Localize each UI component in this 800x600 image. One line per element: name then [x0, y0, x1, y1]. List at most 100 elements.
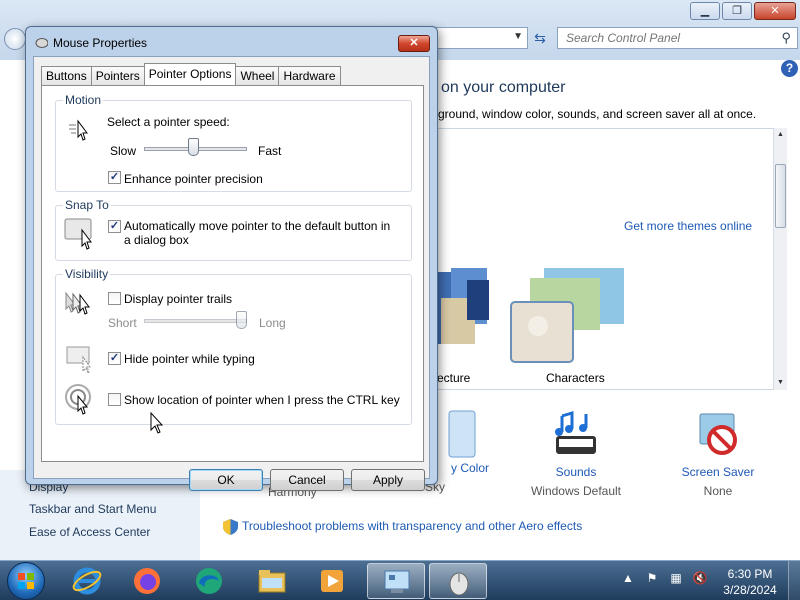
architecture-theme-thumbnail[interactable]	[437, 268, 497, 368]
show-desktop-button[interactable]	[788, 561, 800, 600]
mouse-cursor-icon	[150, 412, 164, 434]
ok-button[interactable]: OK	[189, 469, 263, 491]
sidebar-item-ease-of-access[interactable]: Ease of Access Center	[29, 525, 150, 539]
hide-pointer-checkbox[interactable]: ✓	[108, 352, 121, 365]
scroll-down-icon[interactable]: ▼	[774, 376, 787, 390]
taskbar-edge[interactable]	[180, 563, 238, 599]
snap-to-icon	[64, 218, 92, 250]
clock-time: 6:30 PM	[727, 567, 773, 581]
show-hidden-icons-icon[interactable]: ▲	[620, 571, 636, 585]
dialog-title: Mouse Properties	[34, 36, 147, 50]
page-title: on your computer	[441, 79, 566, 96]
mouse-properties-dialog: Mouse Properties ✕ Buttons Pointers Poin…	[25, 26, 438, 491]
network-icon[interactable]: ▦	[668, 571, 684, 585]
chevron-down-icon[interactable]: ▼	[513, 31, 523, 42]
action-center-flag-icon[interactable]: ⚑	[644, 571, 660, 585]
pointer-trails-checkbox[interactable]	[108, 292, 121, 305]
sounds-icon	[555, 410, 596, 454]
page-description: kground, window color, sounds, and scree…	[432, 107, 757, 121]
snap-to-group: Snap To ✓ Automatically move pointer to …	[55, 198, 412, 261]
screen-saver-link[interactable]: Screen Saver	[658, 465, 778, 479]
control-panel-icon	[384, 570, 410, 593]
mouse-icon	[449, 572, 469, 596]
show-location-icon	[65, 384, 91, 415]
pointer-speed-slider[interactable]	[187, 138, 199, 156]
motion-group: Motion Select a pointer speed: Slow Fast…	[55, 93, 412, 192]
long-label: Long	[259, 316, 286, 330]
visibility-group: Visibility Display pointer trails Short …	[55, 267, 412, 425]
trail-length-slider	[236, 311, 247, 329]
sounds-item[interactable]: Sounds Windows Default	[516, 410, 636, 498]
start-button[interactable]	[7, 562, 45, 600]
snap-to-checkbox[interactable]: ✓	[108, 220, 121, 233]
cancel-button[interactable]: Cancel	[270, 469, 344, 491]
show-location-label[interactable]: Show location of pointer when I press th…	[124, 393, 400, 407]
pointer-trails-label[interactable]: Display pointer trails	[124, 292, 232, 306]
shield-icon	[223, 519, 238, 535]
maximize-button[interactable]: ❐	[722, 2, 752, 20]
dialog-close-button[interactable]: ✕	[398, 35, 430, 52]
sounds-value: Windows Default	[530, 484, 622, 498]
theme-label: ecture	[437, 371, 471, 385]
edge-icon	[196, 568, 222, 594]
tab-wheel[interactable]: Wheel	[235, 66, 280, 85]
tab-buttons[interactable]: Buttons	[41, 66, 92, 85]
show-location-checkbox[interactable]	[108, 393, 121, 406]
search-input[interactable]	[558, 28, 768, 48]
taskbar-firefox[interactable]	[118, 563, 176, 599]
screen-saver-item[interactable]: Screen Saver None	[658, 410, 778, 498]
sidebar-item-taskbar[interactable]: Taskbar and Start Menu	[29, 502, 156, 516]
fast-label: Fast	[258, 144, 282, 158]
taskbar-internet-explorer[interactable]	[58, 563, 116, 599]
taskbar-control-panel[interactable]	[367, 563, 425, 599]
theme-label: Characters	[546, 371, 605, 385]
scroll-up-icon[interactable]: ▲	[774, 128, 787, 142]
apply-button[interactable]: Apply	[351, 469, 425, 491]
taskbar-mouse-properties[interactable]	[429, 563, 487, 599]
refresh-icon[interactable]: ⇆	[530, 28, 550, 48]
media-player-icon	[321, 570, 343, 592]
troubleshoot-link[interactable]: Troubleshoot problems with transparency …	[223, 519, 582, 535]
minimize-button[interactable]: ▁	[690, 2, 720, 20]
get-more-themes-link[interactable]: Get more themes online	[624, 219, 752, 233]
hide-pointer-label[interactable]: Hide pointer while typing	[124, 352, 255, 366]
back-button[interactable]	[4, 28, 26, 50]
firefox-icon	[134, 568, 160, 594]
enhance-precision-checkbox[interactable]: ✓	[108, 171, 121, 184]
windows-logo-icon	[18, 573, 34, 589]
tab-strip: Buttons Pointers Pointer Options Wheel H…	[41, 63, 341, 85]
pointer-trails-icon	[65, 291, 90, 315]
sounds-link[interactable]: Sounds	[516, 465, 636, 479]
tab-pointers[interactable]: Pointers	[90, 66, 145, 85]
hide-pointer-icon	[66, 346, 91, 374]
search-box[interactable]: ⚲	[557, 27, 798, 49]
scroll-thumb[interactable]	[775, 164, 786, 228]
taskbar-media-player[interactable]	[303, 563, 361, 599]
pointer-speed-label: Select a pointer speed:	[107, 115, 230, 129]
troubleshoot-label[interactable]: Troubleshoot problems with transparency …	[242, 519, 582, 533]
taskbar: ▲ ⚑ ▦ 🔇 6:30 PM 3/28/2024	[0, 560, 800, 600]
clock[interactable]: 6:30 PM 3/28/2024	[717, 566, 783, 598]
window-controls: ▁ ❐ ✕	[690, 2, 796, 20]
dialog-body: Buttons Pointers Pointer Options Wheel H…	[33, 56, 430, 491]
search-icon[interactable]: ⚲	[781, 30, 791, 46]
address-bar[interactable]: ▼	[432, 27, 528, 49]
characters-theme-thumbnail[interactable]	[510, 268, 635, 364]
mouse-icon	[35, 38, 48, 48]
short-label: Short	[108, 316, 137, 330]
clock-date: 3/28/2024	[723, 583, 777, 597]
snap-to-label[interactable]: Automatically move pointer to the defaul…	[124, 219, 394, 247]
help-icon[interactable]: ?	[781, 60, 798, 77]
folder-icon	[258, 570, 286, 593]
pointer-speed-icon	[69, 119, 88, 141]
volume-muted-icon[interactable]: 🔇	[692, 571, 708, 585]
enhance-precision-label[interactable]: Enhance pointer precision	[124, 172, 263, 186]
slow-label: Slow	[110, 144, 137, 158]
theme-scrollbar[interactable]: ▲ ▼	[773, 128, 787, 390]
close-window-button[interactable]: ✕	[754, 2, 796, 20]
taskbar-file-explorer[interactable]	[243, 563, 301, 599]
tab-hardware[interactable]: Hardware	[278, 66, 341, 85]
screen-saver-value: None	[703, 484, 733, 498]
tab-pointer-options[interactable]: Pointer Options	[143, 63, 237, 85]
system-tray: ▲ ⚑ ▦ 🔇	[620, 571, 708, 585]
